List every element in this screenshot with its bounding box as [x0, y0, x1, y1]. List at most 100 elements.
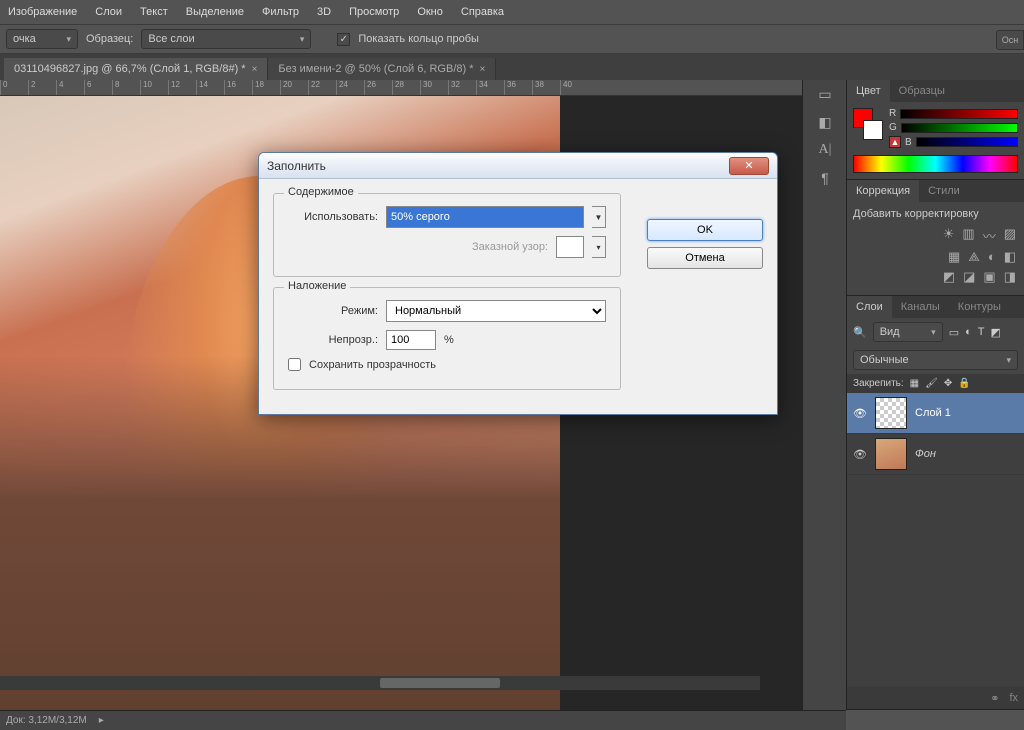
- filter-icon[interactable]: ▭: [949, 326, 959, 339]
- close-icon[interactable]: ×: [480, 64, 486, 75]
- history-icon[interactable]: ▭: [803, 80, 847, 108]
- menu-3d[interactable]: 3D: [317, 6, 331, 18]
- status-arrow-icon[interactable]: ▸: [99, 715, 104, 726]
- hue-icon[interactable]: ⟁: [968, 249, 980, 265]
- tab-paths[interactable]: Контуры: [949, 296, 1010, 318]
- document-tab-1[interactable]: 03110496827.jpg @ 66,7% (Слой 1, RGB/8#)…: [4, 58, 268, 80]
- curves-icon[interactable]: 〰: [983, 226, 996, 245]
- layer-thumbnail[interactable]: [875, 397, 907, 429]
- menu-image[interactable]: Изображение: [8, 6, 77, 18]
- visibility-icon[interactable]: 👁: [853, 407, 867, 420]
- brightness-icon[interactable]: ☀: [943, 226, 955, 245]
- navigator-icon[interactable]: ◧: [803, 108, 847, 136]
- use-dropdown[interactable]: 50% серого: [386, 206, 584, 228]
- contents-legend: Содержимое: [284, 186, 358, 198]
- invert-icon[interactable]: ◨: [1004, 269, 1016, 285]
- b-slider[interactable]: [916, 137, 1018, 147]
- dialog-titlebar[interactable]: Заполнить ✕: [259, 153, 777, 179]
- character-icon[interactable]: A|: [803, 136, 847, 164]
- status-bar: Док: 3,12M/3,12M ▸: [0, 710, 846, 730]
- layer-name[interactable]: Фон: [915, 448, 936, 460]
- g-label: G: [889, 122, 897, 133]
- search-icon[interactable]: 🔍: [853, 326, 867, 339]
- tab-layers[interactable]: Слои: [847, 296, 892, 318]
- blend-mode-dropdown[interactable]: Обычные: [853, 350, 1018, 370]
- layer-row[interactable]: 👁 Слой 1: [847, 393, 1024, 434]
- fx-icon[interactable]: fx: [1009, 692, 1018, 704]
- lock-trans-icon[interactable]: ▦: [910, 378, 919, 389]
- add-adjustment-label: Добавить корректировку: [853, 208, 1018, 220]
- gamut-warning-icon[interactable]: ▲: [889, 136, 901, 148]
- adjustments-panel: Коррекция Стили Добавить корректировку ☀…: [847, 180, 1024, 296]
- tab-color[interactable]: Цвет: [847, 80, 890, 102]
- mode-dropdown[interactable]: Нормальный: [386, 300, 606, 322]
- lock-all-icon[interactable]: 🔒: [958, 378, 970, 389]
- tab-swatches[interactable]: Образцы: [890, 80, 954, 102]
- lookup-icon[interactable]: ▣: [983, 269, 995, 285]
- balance-icon[interactable]: ◐: [988, 249, 996, 265]
- filter-icon[interactable]: T: [978, 326, 985, 338]
- sample-dropdown[interactable]: Все слои: [141, 29, 311, 49]
- opacity-input[interactable]: [386, 330, 436, 350]
- horizontal-ruler: 0 2 4 6 8 10 12 14 16 18 20 22 24 26 28 …: [0, 80, 802, 96]
- fill-dialog: Заполнить ✕ OK Отмена Содержимое Использ…: [258, 152, 778, 415]
- show-ring-checkbox[interactable]: [337, 33, 350, 46]
- pattern-label: Заказной узор:: [472, 241, 548, 253]
- menu-view[interactable]: Просмотр: [349, 6, 399, 18]
- filter-icon[interactable]: ◐: [965, 326, 972, 338]
- lock-position-icon[interactable]: ✥: [944, 378, 952, 389]
- lock-row: Закрепить: ▦ 🖌 ✥ 🔒: [847, 374, 1024, 393]
- use-label: Использовать:: [288, 211, 378, 223]
- close-icon[interactable]: ×: [252, 64, 258, 75]
- menu-layers[interactable]: Слои: [95, 6, 122, 18]
- menu-help[interactable]: Справка: [461, 6, 504, 18]
- blending-legend: Наложение: [284, 280, 350, 292]
- preserve-transparency-checkbox[interactable]: [288, 358, 301, 371]
- horizontal-scrollbar[interactable]: [0, 676, 760, 690]
- layer-filter-dropdown[interactable]: Вид: [873, 322, 943, 342]
- preserve-transparency-label: Сохранить прозрачность: [309, 359, 436, 371]
- link-icon[interactable]: ⚭: [990, 692, 999, 705]
- menu-window[interactable]: Окно: [417, 6, 443, 18]
- menu-select[interactable]: Выделение: [186, 6, 244, 18]
- document-tab-2[interactable]: Без имени-2 @ 50% (Слой 6, RGB/8) *×: [268, 58, 496, 80]
- chevron-down-icon: ▾: [592, 236, 606, 258]
- cancel-button[interactable]: Отмена: [647, 247, 763, 269]
- paragraph-icon[interactable]: ¶: [803, 164, 847, 192]
- background-swatch[interactable]: [863, 120, 883, 140]
- b-label: B: [905, 137, 912, 148]
- filter-icon[interactable]: ◩: [991, 326, 1001, 339]
- reset-button[interactable]: Осн: [996, 30, 1024, 50]
- visibility-icon[interactable]: 👁: [853, 448, 867, 461]
- opacity-unit: %: [444, 334, 454, 346]
- dialog-title: Заполнить: [267, 159, 326, 173]
- levels-icon[interactable]: ▥: [962, 226, 974, 245]
- lock-pixels-icon[interactable]: 🖌: [925, 378, 938, 389]
- exposure-icon[interactable]: ▨: [1004, 226, 1016, 245]
- r-label: R: [889, 108, 896, 119]
- g-slider[interactable]: [901, 123, 1018, 133]
- vibrance-icon[interactable]: ▦: [948, 249, 960, 265]
- layer-thumbnail[interactable]: [875, 438, 907, 470]
- close-button[interactable]: ✕: [729, 157, 769, 175]
- color-panel: Цвет Образцы R G ▲ B: [847, 80, 1024, 180]
- tab-channels[interactable]: Каналы: [892, 296, 949, 318]
- spectrum-picker[interactable]: [853, 155, 1018, 173]
- tab-adjustments[interactable]: Коррекция: [847, 180, 919, 202]
- options-bar: очка Образец: Все слои Показать кольцо п…: [0, 24, 1024, 54]
- ok-button[interactable]: OK: [647, 219, 763, 241]
- tab-styles[interactable]: Стили: [919, 180, 969, 202]
- layer-row[interactable]: 👁 Фон: [847, 434, 1024, 475]
- channel-mixer-icon[interactable]: ◪: [963, 269, 975, 285]
- tool-preset-dropdown[interactable]: очка: [6, 29, 78, 49]
- menu-filter[interactable]: Фильтр: [262, 6, 299, 18]
- panel-icon-strip: ▭ ◧ A| ¶: [802, 80, 846, 710]
- doc-size: Док: 3,12M/3,12M: [6, 715, 87, 726]
- menu-text[interactable]: Текст: [140, 6, 168, 18]
- document-tabs: 03110496827.jpg @ 66,7% (Слой 1, RGB/8#)…: [0, 54, 1024, 80]
- chevron-down-icon[interactable]: ▼: [592, 206, 606, 228]
- photo-filter-icon[interactable]: ◩: [943, 269, 955, 285]
- layer-name[interactable]: Слой 1: [915, 407, 951, 419]
- r-slider[interactable]: [900, 109, 1018, 119]
- bw-icon[interactable]: ◧: [1004, 249, 1016, 265]
